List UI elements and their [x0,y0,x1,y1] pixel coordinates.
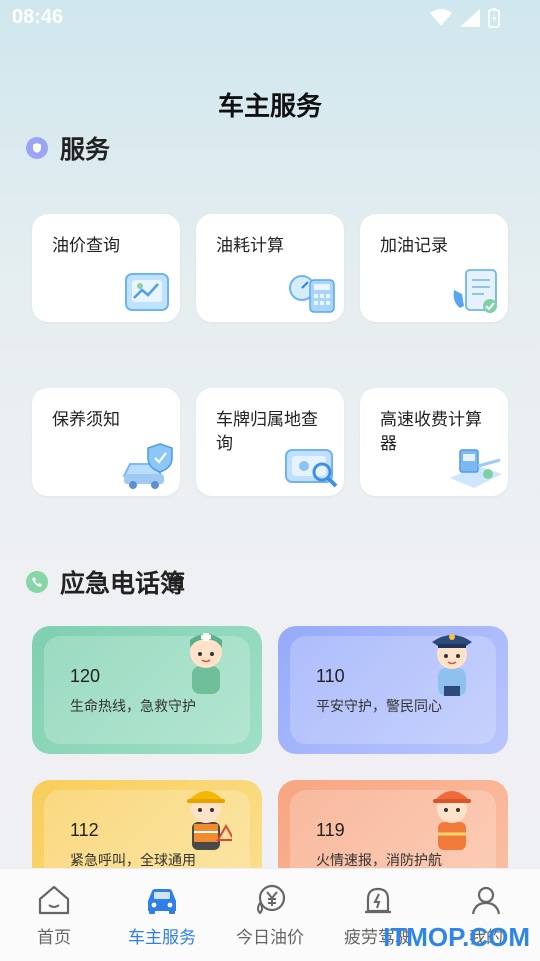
phone-dot-icon [26,571,48,593]
shield-dot-icon [26,137,48,159]
emergency-title: 应急电话簿 [60,569,186,598]
tab-label: 车主服务 [128,928,196,948]
service-card-maintenance[interactable]: 保养须知 [32,388,180,496]
emergency-desc: 平安守护，警民同心 [316,699,442,715]
tab-car-service[interactable]: 车主服务 [108,869,216,961]
emergency-number: 110 [316,666,345,686]
services-section-header: 服务 [26,130,110,166]
emergency-card-120[interactable]: 120 生命热线，急救守护 [32,626,262,754]
police-figure-icon [432,634,472,696]
home-icon [38,885,70,915]
service-label: 油价查询 [52,236,120,256]
user-icon [471,886,501,915]
car-shield-icon [122,443,173,489]
worker-figure-icon [187,791,232,850]
emergency-number: 112 [70,820,99,840]
firefighter-figure-icon [433,791,471,850]
emergency-card-110[interactable]: 110 平安守护，警民同心 [278,626,508,754]
status-icons [430,8,500,28]
service-card-plate-location[interactable]: 车牌归属地查询 [196,388,344,496]
status-bar: 08:46 [0,0,540,34]
price-chart-icon [125,273,169,311]
watermark: ITMOP.COM [383,922,530,952]
service-card-oil-price[interactable]: 油价查询 [32,214,180,322]
fuel-record-icon [453,269,497,313]
car-icon [148,889,176,914]
signal-icon [460,9,480,27]
warning-lamp-icon [365,887,391,914]
tab-today-oil-price[interactable]: 今日油价 [216,869,324,961]
status-time: 08:46 [12,6,64,28]
yuan-drop-icon [257,884,286,915]
plate-search-icon [285,449,338,488]
doctor-figure-icon [190,633,222,694]
tab-home[interactable]: 首页 [0,869,108,961]
tab-label: 今日油价 [236,928,304,948]
service-card-toll-calculator[interactable]: 高速收费计算器 [360,388,508,496]
emergency-desc: 紧急呼叫，全球通用 [70,853,196,869]
service-label: 油耗计算 [216,236,284,256]
services-title: 服务 [60,135,111,164]
service-label: 加油记录 [380,236,448,256]
toll-booth-icon [450,449,502,488]
tab-label: 首页 [37,928,71,948]
calculator-icon [289,275,335,313]
service-label: 保养须知 [52,410,120,430]
service-card-fuel-consumption[interactable]: 油耗计算 [196,214,344,322]
emergency-desc: 生命热线，急救守护 [70,699,196,715]
page-title: 车主服务 [217,92,322,122]
service-card-refuel-record[interactable]: 加油记录 [360,214,508,322]
emergency-desc: 火情速报，消防护航 [316,853,442,869]
emergency-section-header: 应急电话簿 [26,564,185,600]
emergency-number: 120 [70,666,101,686]
wifi-icon [430,9,452,26]
battery-icon [488,8,500,28]
emergency-number: 119 [316,820,345,840]
